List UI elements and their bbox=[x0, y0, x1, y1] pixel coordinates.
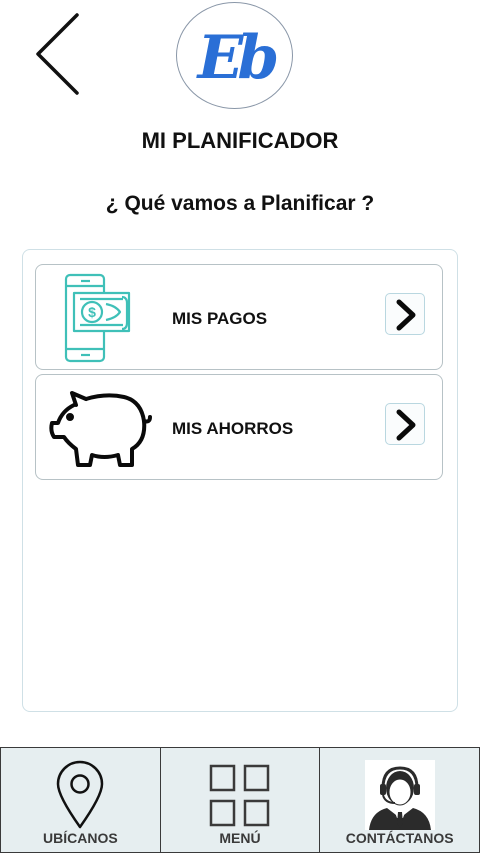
mis-ahorros-arrow-button[interactable] bbox=[385, 403, 425, 445]
mobile-payment-icon: $ bbox=[64, 273, 131, 363]
chevron-right-icon bbox=[396, 299, 416, 331]
back-button[interactable] bbox=[30, 12, 84, 98]
grid-menu-icon bbox=[209, 764, 270, 827]
svg-text:$: $ bbox=[88, 304, 96, 320]
app-logo: Eb bbox=[176, 2, 293, 109]
page-title: MI PLANIFICADOR bbox=[141, 128, 339, 153]
bottom-navigation: UBÍCANOS MENÚ CONTÁCTANOS bbox=[0, 747, 480, 853]
option-mis-ahorros[interactable]: MIS AHORROS bbox=[35, 374, 443, 480]
page-subtitle: ¿ Qué vamos a Planificar ? bbox=[105, 192, 375, 215]
chevron-right-icon bbox=[396, 409, 416, 441]
nav-label-menu: MENÚ bbox=[219, 830, 261, 846]
piggy-bank-icon bbox=[49, 391, 152, 467]
nav-ubicanos[interactable]: UBÍCANOS bbox=[0, 747, 161, 853]
option-label-mis-ahorros: MIS AHORROS bbox=[172, 419, 294, 438]
logo-text: Eb bbox=[197, 23, 280, 93]
option-mis-pagos[interactable]: $ MIS PAGOS bbox=[35, 264, 443, 370]
option-label-mis-pagos: MIS PAGOS bbox=[172, 309, 268, 328]
chevron-left-icon bbox=[36, 13, 79, 95]
nav-label-contactanos: CONTÁCTANOS bbox=[345, 830, 454, 846]
location-pin-icon bbox=[57, 760, 104, 829]
nav-menu[interactable]: MENÚ bbox=[160, 747, 321, 853]
nav-label-ubicanos: UBÍCANOS bbox=[43, 830, 118, 846]
support-agent-icon bbox=[364, 760, 435, 830]
nav-contactanos[interactable]: CONTÁCTANOS bbox=[320, 747, 480, 853]
mis-pagos-arrow-button[interactable] bbox=[385, 293, 425, 335]
